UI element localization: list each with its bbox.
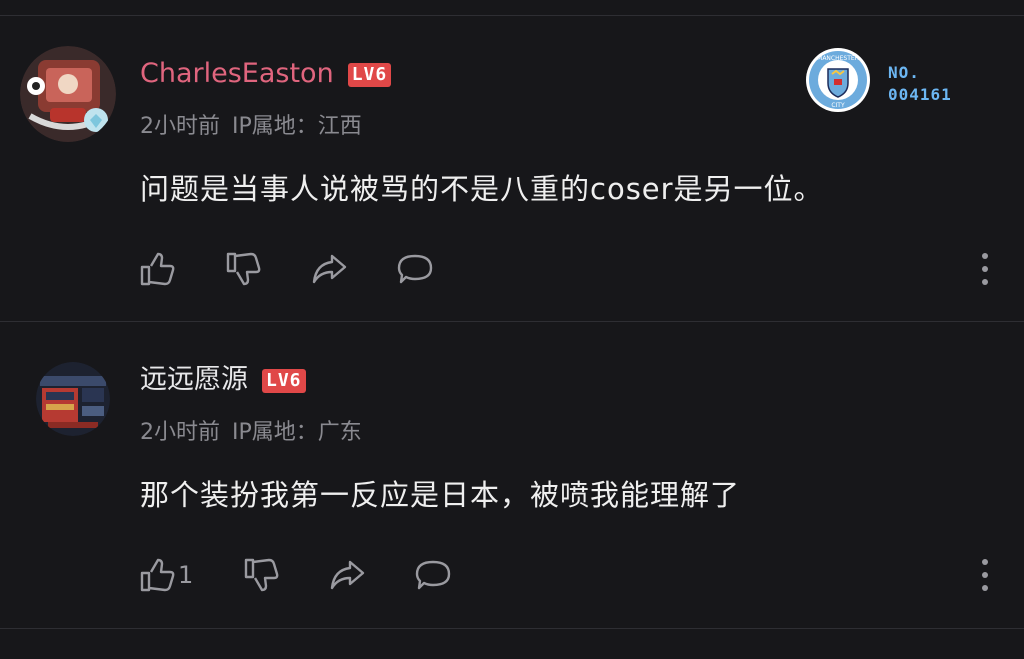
reply-icon xyxy=(397,254,433,284)
comment-actions: 1 xyxy=(0,555,1024,595)
comment-time: 2小时前 xyxy=(140,114,220,139)
thumb-up-icon xyxy=(140,252,175,286)
club-bottom-text: CITY xyxy=(831,102,845,109)
comment-meta: 2小时前 IP属地：江西 xyxy=(140,108,362,140)
fan-number-label: NO. xyxy=(888,63,920,82)
more-vertical-icon[interactable] xyxy=(980,253,990,285)
thumb-down-icon xyxy=(244,558,279,592)
comment-text: 问题是当事人说被骂的不是八重的coser是另一位。 xyxy=(140,172,824,206)
comment-time: 2小时前 xyxy=(140,420,220,445)
divider xyxy=(0,15,1024,16)
fan-number-value: 004161 xyxy=(888,85,952,104)
fan-number: NO. 004161 xyxy=(888,62,952,106)
share-button[interactable] xyxy=(328,555,366,595)
comment-text: 那个装扮我第一反应是日本，被喷我能理解了 xyxy=(140,478,741,512)
like-button[interactable]: 1 xyxy=(138,555,193,595)
share-icon xyxy=(330,560,365,590)
username[interactable]: 远远愿源 xyxy=(140,364,248,396)
username[interactable]: CharlesEaston xyxy=(140,58,334,90)
dislike-button[interactable] xyxy=(242,555,280,595)
dislike-button[interactable] xyxy=(224,249,262,289)
comment-feed: CharlesEaston LV6 MANCHESTER CITY NO. 00… xyxy=(0,0,1024,659)
club-top-text: MANCHESTER xyxy=(817,55,859,62)
share-button[interactable] xyxy=(310,249,348,289)
fan-club-badge[interactable]: MANCHESTER CITY xyxy=(805,47,871,113)
thumb-down-icon xyxy=(226,252,261,286)
like-count: 1 xyxy=(178,561,194,589)
share-icon xyxy=(312,254,347,284)
avatar[interactable] xyxy=(20,46,116,142)
like-button[interactable] xyxy=(138,249,178,289)
comment-actions xyxy=(0,249,1024,289)
reply-button[interactable] xyxy=(414,555,452,595)
thumb-up-icon xyxy=(140,558,175,592)
level-badge: LV6 xyxy=(347,63,392,87)
reply-icon xyxy=(415,560,451,590)
comment-meta: 2小时前 IP属地：广东 xyxy=(140,414,362,446)
comment-ip: IP属地：江西 xyxy=(232,114,362,139)
comment-ip: IP属地：广东 xyxy=(232,420,362,445)
divider xyxy=(0,321,1024,322)
reply-button[interactable] xyxy=(396,249,434,289)
level-badge: LV6 xyxy=(262,369,306,393)
divider xyxy=(0,628,1024,629)
avatar[interactable] xyxy=(36,362,110,436)
more-vertical-icon[interactable] xyxy=(980,559,990,591)
